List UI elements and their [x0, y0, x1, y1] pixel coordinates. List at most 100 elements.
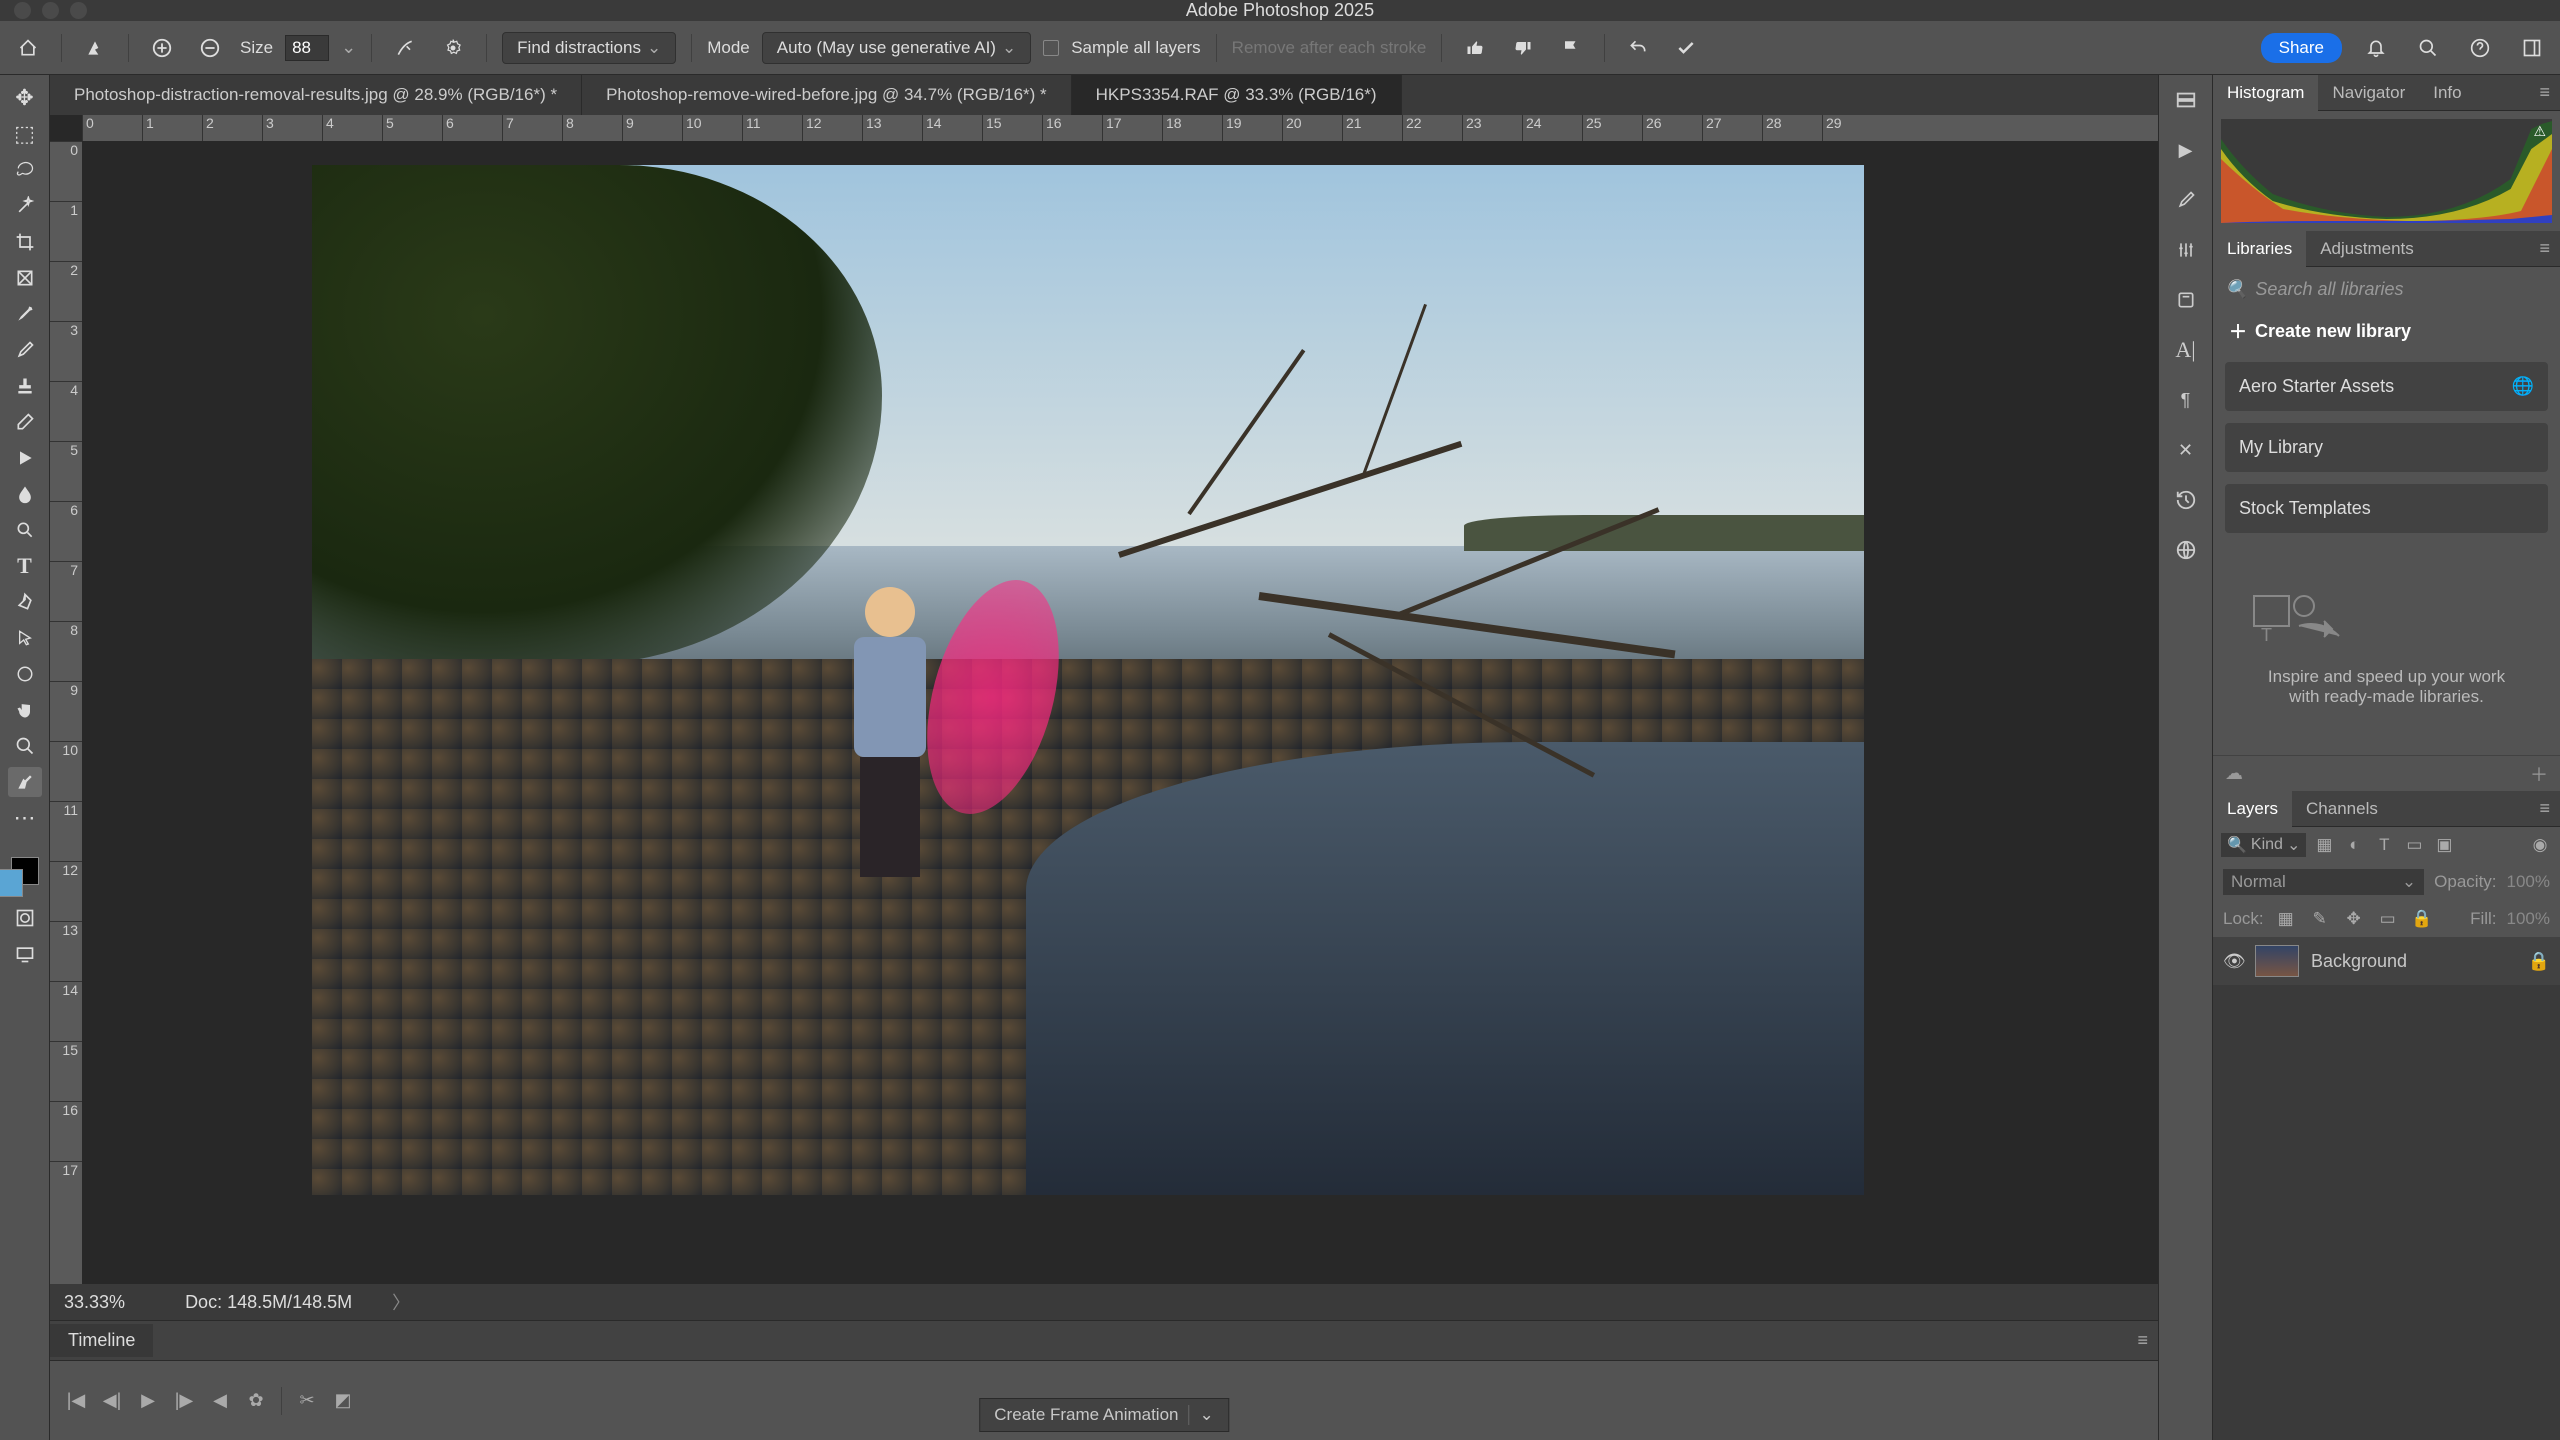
chevron-down-icon[interactable]: ⌄	[341, 37, 356, 58]
actions-panel-icon[interactable]: ▶	[2171, 135, 2201, 165]
lock-position-icon[interactable]: ✥	[2342, 907, 2366, 931]
doc-info[interactable]: Doc: 148.5M/148.5M	[185, 1292, 352, 1313]
cloud-icon[interactable]: ☁	[2225, 763, 2243, 784]
brush-panel-icon[interactable]	[2171, 185, 2201, 215]
layer-filter-kind[interactable]: 🔍 Kind ⌄	[2221, 833, 2306, 857]
zoom-level[interactable]: 33.33%	[64, 1292, 125, 1313]
brush-add-icon[interactable]	[144, 30, 180, 66]
lock-pixels-icon[interactable]: ✎	[2308, 907, 2332, 931]
workspace-icon[interactable]	[2514, 30, 2550, 66]
type-tool-icon[interactable]: T	[8, 551, 42, 581]
bell-icon[interactable]	[2358, 30, 2394, 66]
remove-tool-icon[interactable]	[8, 767, 42, 797]
thumbs-up-icon[interactable]	[1457, 30, 1493, 66]
next-frame-icon[interactable]: |▶	[170, 1387, 198, 1415]
pen-tool-icon[interactable]	[8, 587, 42, 617]
history-panel-icon[interactable]	[2171, 485, 2201, 515]
brush-size-input[interactable]	[285, 35, 329, 61]
shape-tool-icon[interactable]	[8, 659, 42, 689]
panel-menu-icon[interactable]: ≡	[2529, 238, 2560, 259]
stamp-tool-icon[interactable]	[8, 371, 42, 401]
play-icon[interactable]: ▶	[134, 1387, 162, 1415]
tab-adjustments[interactable]: Adjustments	[2306, 231, 2428, 267]
go-last-icon[interactable]: ◀	[206, 1387, 234, 1415]
opacity-value[interactable]: 100%	[2507, 872, 2550, 892]
crop-tool-icon[interactable]	[8, 227, 42, 257]
tab-navigator[interactable]: Navigator	[2318, 75, 2419, 111]
filter-adjust-icon[interactable]: ◐	[2342, 833, 2366, 857]
panel-menu-icon[interactable]: ≡	[2529, 798, 2560, 819]
fill-value[interactable]: 100%	[2507, 909, 2550, 929]
home-icon[interactable]	[10, 30, 46, 66]
zoom-tool-icon[interactable]	[8, 731, 42, 761]
plus-icon[interactable]: ＋	[2530, 761, 2548, 787]
tab-info[interactable]: Info	[2419, 75, 2475, 111]
lock-icon[interactable]: 🔒	[2528, 951, 2550, 972]
background-swatch[interactable]	[0, 869, 23, 897]
timeline-tab[interactable]: Timeline	[50, 1324, 153, 1357]
help-icon[interactable]	[2462, 30, 2498, 66]
filter-toggle-icon[interactable]: ◉	[2528, 833, 2552, 857]
hand-tool-icon[interactable]	[8, 695, 42, 725]
mode-dropdown[interactable]: Auto (May use generative AI)⌄	[762, 32, 1031, 64]
globe-panel-icon[interactable]	[2171, 535, 2201, 565]
minimize-window-icon[interactable]	[42, 2, 59, 19]
tab-2[interactable]: HKPS3354.RAF @ 33.3% (RGB/16*)	[1072, 75, 1402, 115]
tab-libraries[interactable]: Libraries	[2213, 231, 2306, 267]
blend-mode-dropdown[interactable]: Normal ⌄	[2223, 869, 2424, 895]
wand-tool-icon[interactable]	[8, 191, 42, 221]
path-select-icon[interactable]	[8, 623, 42, 653]
brush-settings-icon[interactable]	[387, 30, 423, 66]
tab-layers[interactable]: Layers	[2213, 791, 2292, 827]
quickmask-icon[interactable]	[8, 903, 42, 933]
canvas[interactable]	[312, 165, 1864, 1195]
library-item-stock[interactable]: Stock Templates	[2225, 484, 2548, 533]
tab-channels[interactable]: Channels	[2292, 791, 2392, 827]
lock-transparent-icon[interactable]: ▦	[2274, 907, 2298, 931]
layer-background[interactable]: 👁 Background 🔒	[2213, 937, 2560, 985]
filter-smart-icon[interactable]: ▣	[2432, 833, 2456, 857]
thumbs-down-icon[interactable]	[1505, 30, 1541, 66]
filter-type-icon[interactable]: T	[2372, 833, 2396, 857]
status-chevron-icon[interactable]: 〉	[392, 1289, 410, 1315]
library-item-my[interactable]: My Library	[2225, 423, 2548, 472]
eyedropper-tool-icon[interactable]	[8, 299, 42, 329]
tools-panel-icon[interactable]: ✕	[2171, 435, 2201, 465]
histogram-warning-icon[interactable]: ⚠	[2533, 123, 2546, 140]
share-button[interactable]: Share	[2261, 33, 2342, 63]
timeline-menu-icon[interactable]: ≡	[2127, 1330, 2158, 1351]
blur-tool-icon[interactable]	[8, 479, 42, 509]
transition-icon[interactable]: ◩	[329, 1387, 357, 1415]
filter-pixel-icon[interactable]: ▦	[2312, 833, 2336, 857]
filter-shape-icon[interactable]: ▭	[2402, 833, 2426, 857]
brush-tool-icon[interactable]	[8, 335, 42, 365]
lock-all-icon[interactable]: 🔒	[2410, 907, 2434, 931]
eraser-tool-icon[interactable]	[8, 407, 42, 437]
search-icon[interactable]	[2410, 30, 2446, 66]
prev-frame-icon[interactable]: ◀|	[98, 1387, 126, 1415]
flag-icon[interactable]	[1553, 30, 1589, 66]
create-library-button[interactable]: ＋ Create new library	[2225, 312, 2548, 350]
close-window-icon[interactable]	[14, 2, 31, 19]
color-swatches[interactable]	[11, 849, 39, 897]
layer-thumbnail[interactable]	[2255, 945, 2299, 977]
lasso-tool-icon[interactable]	[8, 155, 42, 185]
find-distractions-button[interactable]: Find distractions⌄	[502, 32, 676, 64]
lock-artboard-icon[interactable]: ▭	[2376, 907, 2400, 931]
library-item-aero[interactable]: Aero Starter Assets 🌐	[2225, 362, 2548, 411]
layer-name[interactable]: Background	[2311, 951, 2407, 972]
tab-1[interactable]: Photoshop-remove-wired-before.jpg @ 34.7…	[582, 75, 1072, 115]
sample-all-checkbox[interactable]	[1043, 40, 1059, 56]
maximize-window-icon[interactable]	[70, 2, 87, 19]
chevron-down-icon[interactable]: ⌄	[1189, 1405, 1214, 1425]
tab-0[interactable]: Photoshop-distraction-removal-results.jp…	[50, 75, 582, 115]
panel-menu-icon[interactable]: ≡	[2529, 82, 2560, 103]
commit-icon[interactable]	[1668, 30, 1704, 66]
library-search-placeholder[interactable]: Search all libraries	[2255, 279, 2403, 300]
create-frame-button[interactable]: Create Frame Animation ⌄	[979, 1398, 1229, 1432]
ruler-vertical[interactable]: 01234567891011121314151617	[50, 141, 82, 1360]
brush-subtract-icon[interactable]	[192, 30, 228, 66]
adjust-panel-icon[interactable]	[2171, 235, 2201, 265]
scissors-icon[interactable]: ✂	[293, 1387, 321, 1415]
character-panel-icon[interactable]: A|	[2171, 335, 2201, 365]
